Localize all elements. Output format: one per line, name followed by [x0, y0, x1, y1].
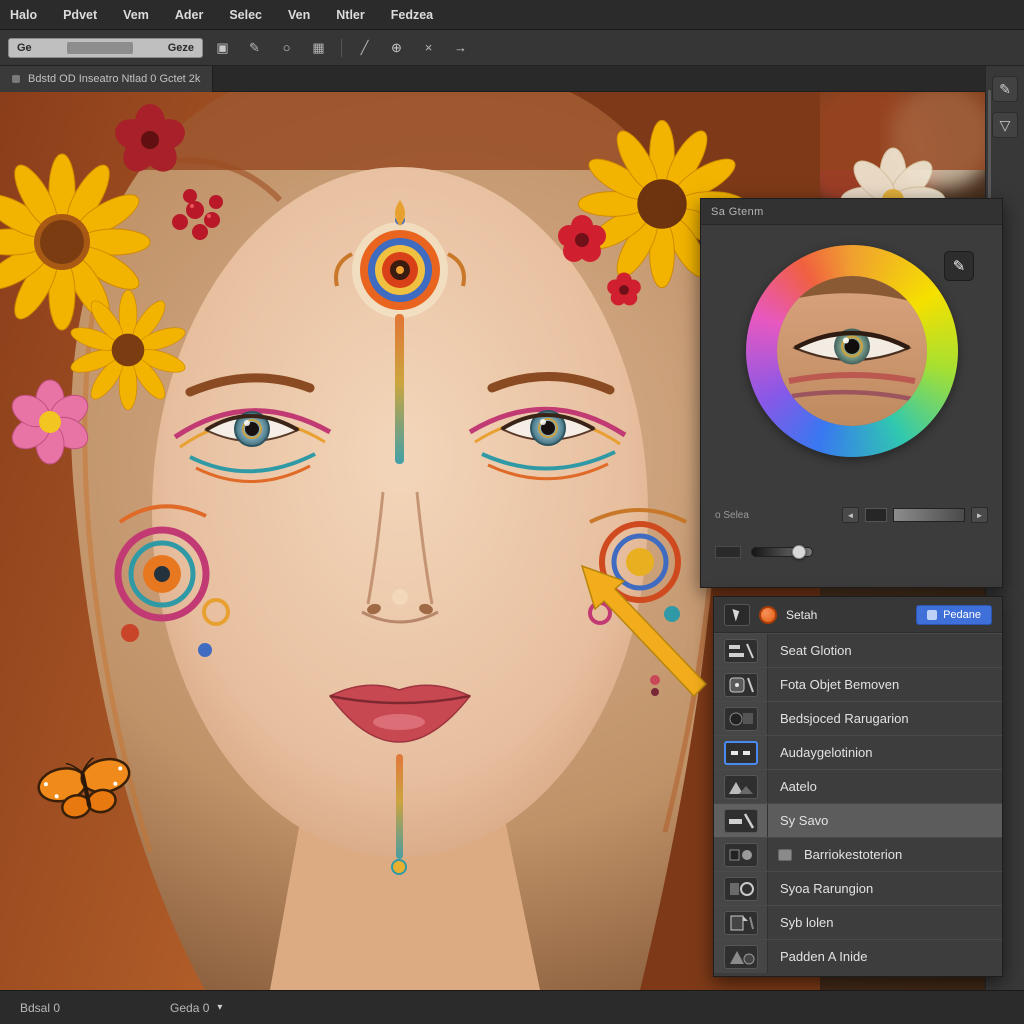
combo-right-text: Geze: [168, 42, 194, 54]
tool-options-bar: Ge Geze ▣ ✎ ○ ▦ ╱ ⊕ × →: [0, 30, 1024, 66]
document-title: Bdstd OD Inseatro Ntlad 0 Gctet 2k: [28, 73, 200, 85]
combo-left-text: Ge: [17, 42, 32, 54]
color-wheel-panel: Sa Gtenm: [700, 198, 1003, 588]
slider-knob[interactable]: [792, 545, 806, 559]
color-wheel-panel-header[interactable]: Sa Gtenm: [701, 199, 1002, 225]
pedane-button-label: Pedane: [943, 609, 981, 621]
toolbar-separator: [341, 39, 342, 57]
tool-label: Seat Glotion: [768, 643, 852, 658]
wheel-slider-row: [715, 543, 813, 561]
pen-icon[interactable]: ✎: [242, 36, 267, 60]
gradient-preview[interactable]: [893, 508, 965, 522]
tool-label: Aatelo: [768, 779, 817, 794]
tool-row-6[interactable]: Barriokestoterion: [714, 837, 1002, 871]
target-icon[interactable]: ⊕: [384, 36, 409, 60]
tool-label: Fota Objet Bemoven: [768, 677, 899, 692]
cursor-icon[interactable]: [724, 604, 750, 626]
color-wheel-panel-title: Sa Gtenm: [711, 206, 764, 218]
tool-row-4[interactable]: Aatelo: [714, 769, 1002, 803]
brush-icon[interactable]: ✎: [992, 76, 1018, 102]
wheel-controls-row: o Selea ◄ ►: [715, 505, 988, 525]
tool-label: Padden A Inide: [768, 949, 867, 964]
eye-preview-image: [777, 276, 927, 426]
color-wheel[interactable]: [746, 245, 958, 457]
menu-item-7[interactable]: Fedzea: [391, 8, 433, 22]
dashes-icon: [724, 741, 758, 765]
portrait-nose-stripe: [395, 314, 404, 464]
triangle-circle-icon: [724, 945, 758, 969]
tool-row-1[interactable]: Fota Objet Bemoven: [714, 667, 1002, 701]
tool-label: Barriokestoterion: [792, 847, 902, 862]
combo-block: [67, 42, 133, 54]
square-circle-icon: [724, 843, 758, 867]
tool-row-8[interactable]: Syb lolen: [714, 905, 1002, 939]
tool-label: Syoa Rarungion: [768, 881, 873, 896]
slash-icon[interactable]: ╱: [352, 36, 377, 60]
tool-row-7[interactable]: Syoa Rarungion: [714, 871, 1002, 905]
grid-icon[interactable]: ▦: [306, 36, 331, 60]
pen-tool-button[interactable]: ✎: [944, 251, 974, 281]
next-button[interactable]: ►: [971, 507, 988, 523]
color-swatch[interactable]: [759, 606, 777, 624]
chevron-down-icon[interactable]: ▾: [217, 1002, 222, 1013]
menu-item-4[interactable]: Selec: [229, 8, 262, 22]
checker-icon[interactable]: ▣: [210, 36, 235, 60]
prev-button[interactable]: ◄: [842, 507, 859, 523]
tool-row-9[interactable]: Padden A Inide: [714, 939, 1002, 973]
tool-row-3[interactable]: Audaygelotinion: [714, 735, 1002, 769]
selea-label: o Selea: [715, 510, 749, 521]
status-bar: Bdsal 0 Geda 0 ▾: [0, 990, 1024, 1024]
portrait-earring: [650, 675, 660, 685]
cup-icon[interactable]: ▽: [992, 112, 1018, 138]
close-icon[interactable]: ×: [416, 36, 441, 60]
pedane-button[interactable]: Pedane: [916, 605, 992, 625]
tab-bar: Bdstd OD Inseatro Ntlad 0 Gctet 2k: [0, 66, 985, 92]
tool-label: Bedsjoced Rarugarion: [768, 711, 909, 726]
photo-editor-app: Halo Pdvet Vem Ader Selec Ven Ntler Fedz…: [0, 0, 1024, 1024]
menu-item-2[interactable]: Vem: [123, 8, 149, 22]
menu-item-6[interactable]: Ntler: [336, 8, 364, 22]
mini-swatch: [778, 849, 792, 861]
document-fold-icon: [724, 911, 758, 935]
document-icon: [12, 75, 20, 83]
slider[interactable]: [751, 547, 813, 557]
rounded-square-icon: [724, 673, 758, 697]
menu-item-1[interactable]: Pdvet: [63, 8, 97, 22]
menu-item-5[interactable]: Ven: [288, 8, 310, 22]
menu-item-3[interactable]: Ader: [175, 8, 203, 22]
arrow-icon[interactable]: →: [448, 36, 473, 60]
swatch-label: Setah: [786, 608, 817, 622]
tool-preset-combo[interactable]: Ge Geze: [8, 38, 203, 58]
tool-label: Audaygelotinion: [768, 745, 873, 760]
bars-slash-icon: [724, 639, 758, 663]
tools-list-panel: Setah Pedane Seat Glotion Fota Objet Bem…: [713, 596, 1003, 977]
tool-row-2[interactable]: Bedsjoced Rarugarion: [714, 701, 1002, 735]
tool-row-5-selected[interactable]: Sy Savo: [714, 803, 1002, 837]
color-wheel-preview: [777, 276, 927, 426]
menu-item-0[interactable]: Halo: [10, 8, 37, 22]
circle-icon[interactable]: ○: [274, 36, 299, 60]
status-left-text: Bdsal 0: [20, 1001, 60, 1015]
tool-label: Sy Savo: [768, 813, 828, 828]
tool-label: Syb lolen: [768, 915, 833, 930]
shapes-icon: [724, 707, 758, 731]
document-tab[interactable]: Bdstd OD Inseatro Ntlad 0 Gctet 2k: [0, 66, 213, 92]
mountains-icon: [724, 775, 758, 799]
menu-bar: Halo Pdvet Vem Ader Selec Ven Ntler Fedz…: [0, 0, 1024, 30]
tools-panel-header: Setah Pedane: [714, 597, 1002, 633]
bar-pen-icon: [724, 809, 758, 833]
button-icon: [927, 610, 937, 620]
tool-row-0[interactable]: Seat Glotion: [714, 633, 1002, 667]
swatch-box[interactable]: [865, 508, 887, 522]
square-ring-icon: [724, 877, 758, 901]
status-zoom-dropdown[interactable]: Geda 0: [170, 1001, 209, 1015]
value-box[interactable]: [715, 546, 741, 558]
portrait-chin-stripe: [396, 754, 403, 859]
